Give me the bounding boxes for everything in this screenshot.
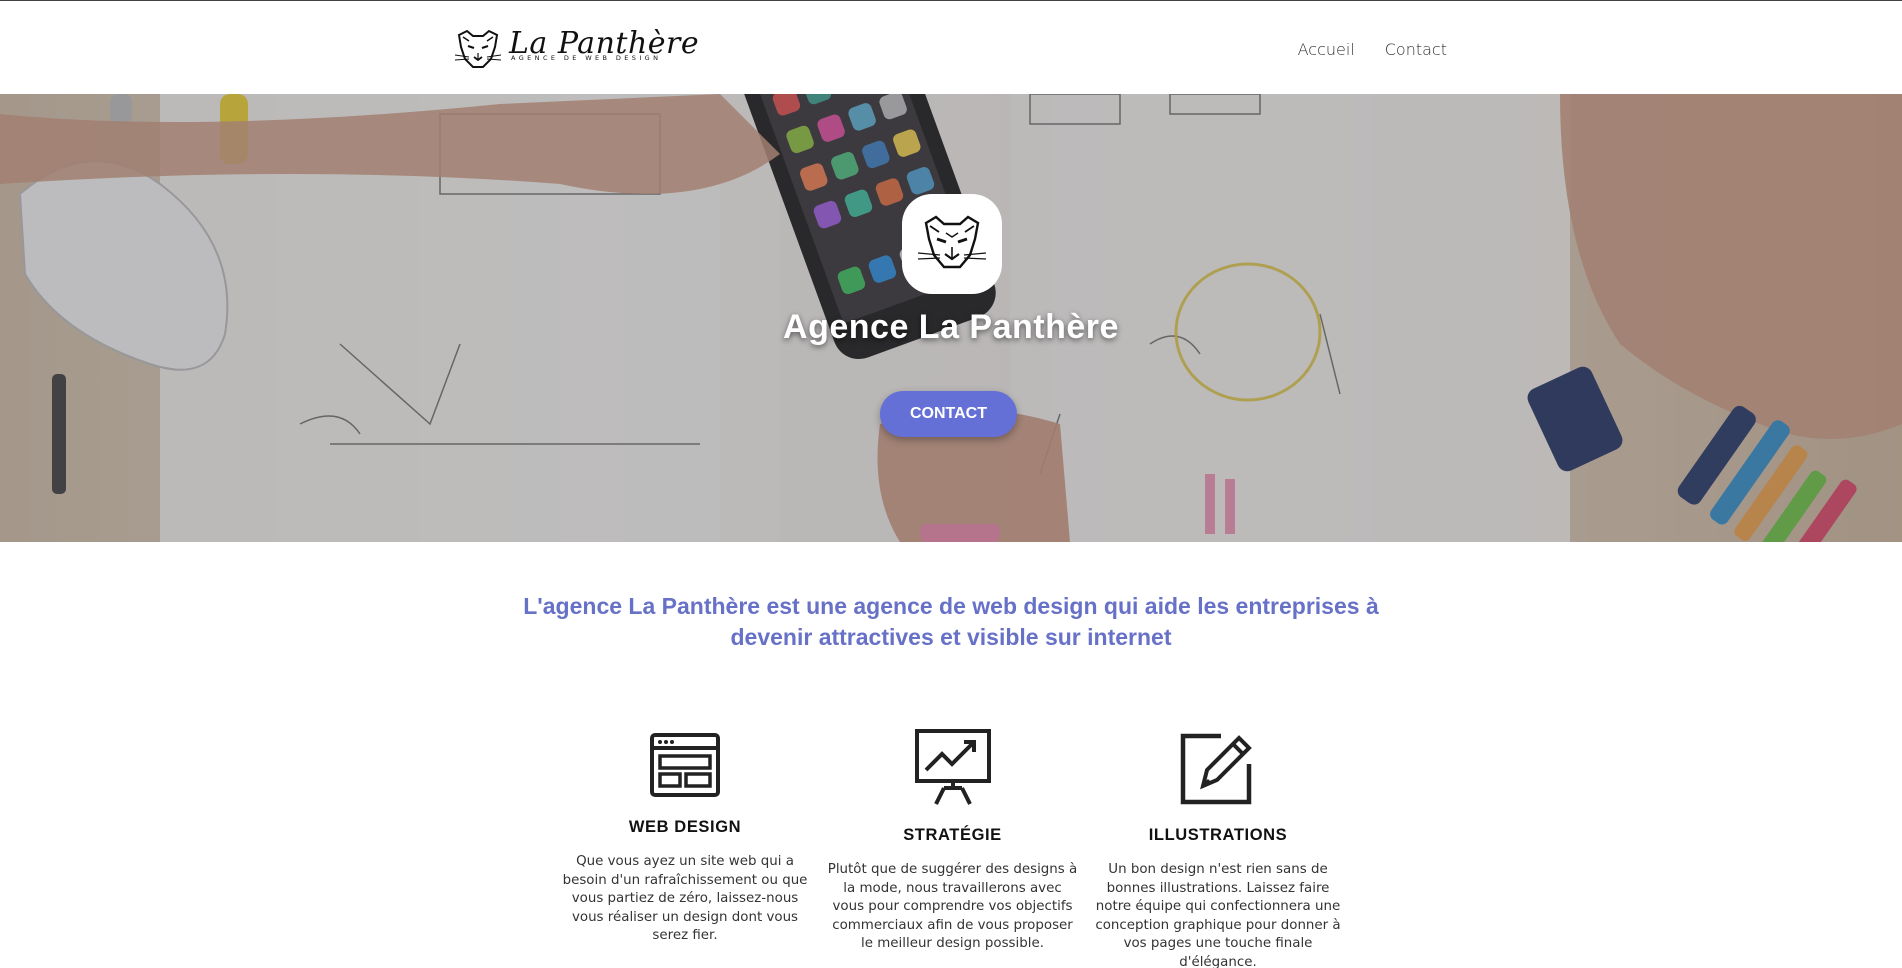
feature-title: STRATÉGIE bbox=[903, 826, 1002, 844]
hero-title: Agence La Panthère bbox=[783, 308, 1119, 346]
nav-link-contact[interactable]: Contact bbox=[1385, 40, 1447, 59]
feature-text: Plutôt que de suggérer des designs à la … bbox=[827, 862, 1078, 952]
feature-illustrations: ILLUSTRATIONS Un bon design n'est rien s… bbox=[1093, 728, 1343, 968]
presentation-chart-icon bbox=[914, 729, 991, 805]
pencil-edit-icon bbox=[1180, 733, 1252, 805]
browser-window-icon bbox=[650, 733, 720, 797]
feature-title: WEB DESIGN bbox=[628, 818, 742, 836]
feature-text: Que vous ayez un site web qui a besoin d… bbox=[562, 854, 808, 944]
logo-subtitle: AGENCE DE WEB DESIGN bbox=[511, 54, 662, 62]
intro-text: L'agence La Panthère est une agence de w… bbox=[523, 593, 1379, 650]
feature-text: Un bon design n'est rien sans de bonnes … bbox=[1095, 862, 1341, 968]
main-nav: Accueil Contact bbox=[1298, 40, 1447, 59]
panther-head-icon bbox=[917, 215, 987, 269]
contact-button[interactable]: CONTACT bbox=[880, 391, 1017, 437]
feature-strategie: STRATÉGIE Plutôt que de suggérer des des… bbox=[826, 728, 1079, 954]
site-logo[interactable]: La Panthère AGENCE DE WEB DESIGN bbox=[453, 27, 699, 71]
hero-logo-badge bbox=[902, 194, 1002, 294]
hero-section: Agence La Panthère CONTACT bbox=[0, 94, 1902, 542]
feature-web-design: WEB DESIGN Que vous ayez un site web qui… bbox=[560, 732, 810, 946]
panther-logo-icon bbox=[454, 29, 502, 68]
nav-link-accueil[interactable]: Accueil bbox=[1298, 40, 1355, 59]
feature-title: ILLUSTRATIONS bbox=[1148, 826, 1288, 844]
site-header: La Panthère AGENCE DE WEB DESIGN Accueil… bbox=[0, 0, 1902, 94]
